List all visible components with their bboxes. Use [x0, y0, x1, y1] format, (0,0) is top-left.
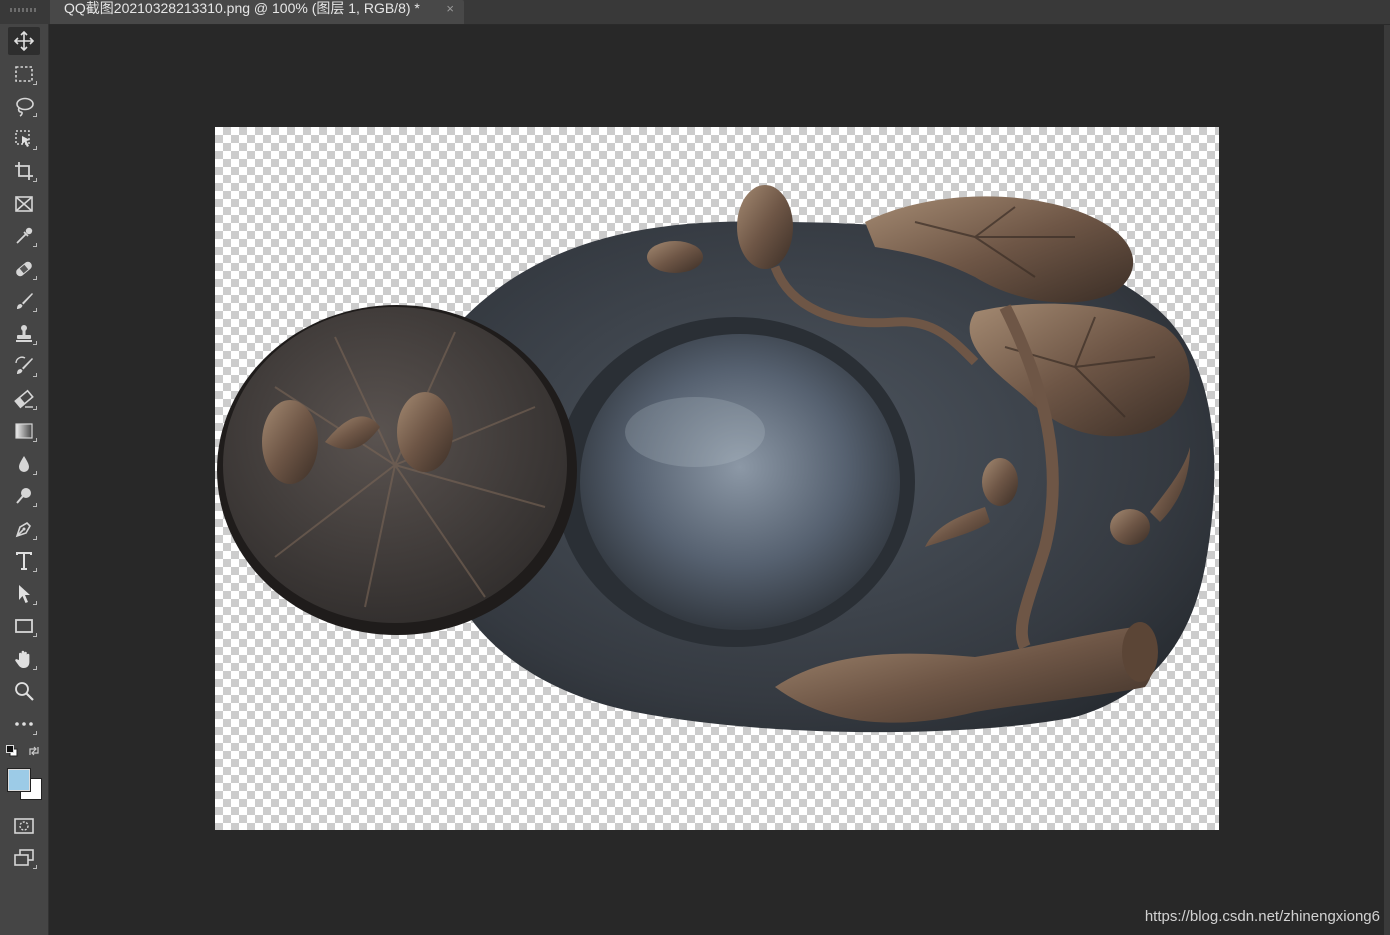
- eyedropper-icon: [16, 227, 33, 244]
- tools-panel: [0, 24, 49, 935]
- hand-tool[interactable]: [8, 645, 40, 673]
- object-selection-tool[interactable]: [8, 125, 40, 153]
- swap-colors-icon[interactable]: [28, 745, 40, 757]
- stamp-icon: [16, 325, 32, 342]
- type-icon: [16, 552, 32, 570]
- default-colors-icon[interactable]: [6, 745, 18, 757]
- quick-mask-button[interactable]: [8, 812, 40, 840]
- move-tool[interactable]: [8, 27, 40, 55]
- zoom-icon: [15, 682, 34, 701]
- document-tab[interactable]: QQ截图20210328213310.png @ 100% (图层 1, RGB…: [50, 0, 464, 24]
- pen-icon: [15, 522, 31, 538]
- close-tab-icon[interactable]: ×: [446, 1, 454, 17]
- inkstone-artwork: [217, 185, 1215, 733]
- dodge-icon: [16, 488, 31, 504]
- scrollbar-edge[interactable]: [1384, 25, 1390, 935]
- brush-tool[interactable]: [8, 287, 40, 315]
- clone-stamp-tool[interactable]: [8, 320, 40, 348]
- document-tab-title: QQ截图20210328213310.png @ 100% (图层 1, RGB…: [64, 0, 420, 16]
- brush-icon: [17, 293, 33, 309]
- gradient-icon: [15, 423, 33, 439]
- document-tab-bar: QQ截图20210328213310.png @ 100% (图层 1, RGB…: [0, 0, 1390, 25]
- crop-icon: [15, 162, 33, 180]
- history-brush-tool[interactable]: [8, 352, 40, 380]
- lasso-icon: [16, 97, 34, 117]
- healing-brush-tool[interactable]: [8, 255, 40, 283]
- frame-icon: [15, 196, 33, 212]
- screen-mode-button[interactable]: [8, 844, 40, 872]
- more-icon: [15, 722, 33, 726]
- eyedropper-tool[interactable]: [8, 222, 40, 250]
- color-swatches: [6, 745, 42, 805]
- dodge-tool[interactable]: [8, 482, 40, 510]
- foreground-color-swatch[interactable]: [8, 769, 30, 791]
- screen-mode-icon: [14, 849, 34, 866]
- panel-grip-icon[interactable]: [10, 8, 38, 12]
- path-selection-tool[interactable]: [8, 580, 40, 608]
- history-brush-icon: [15, 356, 33, 374]
- arrow-icon: [19, 585, 30, 603]
- eraser-tool[interactable]: [8, 385, 40, 413]
- rectangular-marquee-tool[interactable]: [8, 60, 40, 88]
- blur-tool[interactable]: [8, 450, 40, 478]
- object-selection-icon: [15, 130, 30, 147]
- bandage-icon: [16, 261, 32, 277]
- rectangle-icon: [15, 619, 33, 633]
- zoom-tool[interactable]: [8, 677, 40, 705]
- move-icon: [13, 30, 35, 52]
- type-tool[interactable]: [8, 547, 40, 575]
- frame-tool[interactable]: [8, 190, 40, 218]
- quick-mask-icon: [14, 818, 34, 834]
- watermark-text: https://blog.csdn.net/zhinengxiong6: [1144, 908, 1380, 925]
- crop-tool[interactable]: [8, 157, 40, 185]
- rectangle-tool[interactable]: [8, 612, 40, 640]
- drop-icon: [19, 456, 29, 472]
- hand-icon: [15, 650, 30, 668]
- gradient-tool[interactable]: [8, 417, 40, 445]
- eraser-icon: [14, 389, 34, 409]
- pen-tool[interactable]: [8, 515, 40, 543]
- marquee-icon: [15, 66, 33, 82]
- lasso-tool[interactable]: [8, 92, 40, 120]
- document-canvas[interactable]: [215, 127, 1219, 830]
- edit-toolbar-button[interactable]: [8, 710, 40, 738]
